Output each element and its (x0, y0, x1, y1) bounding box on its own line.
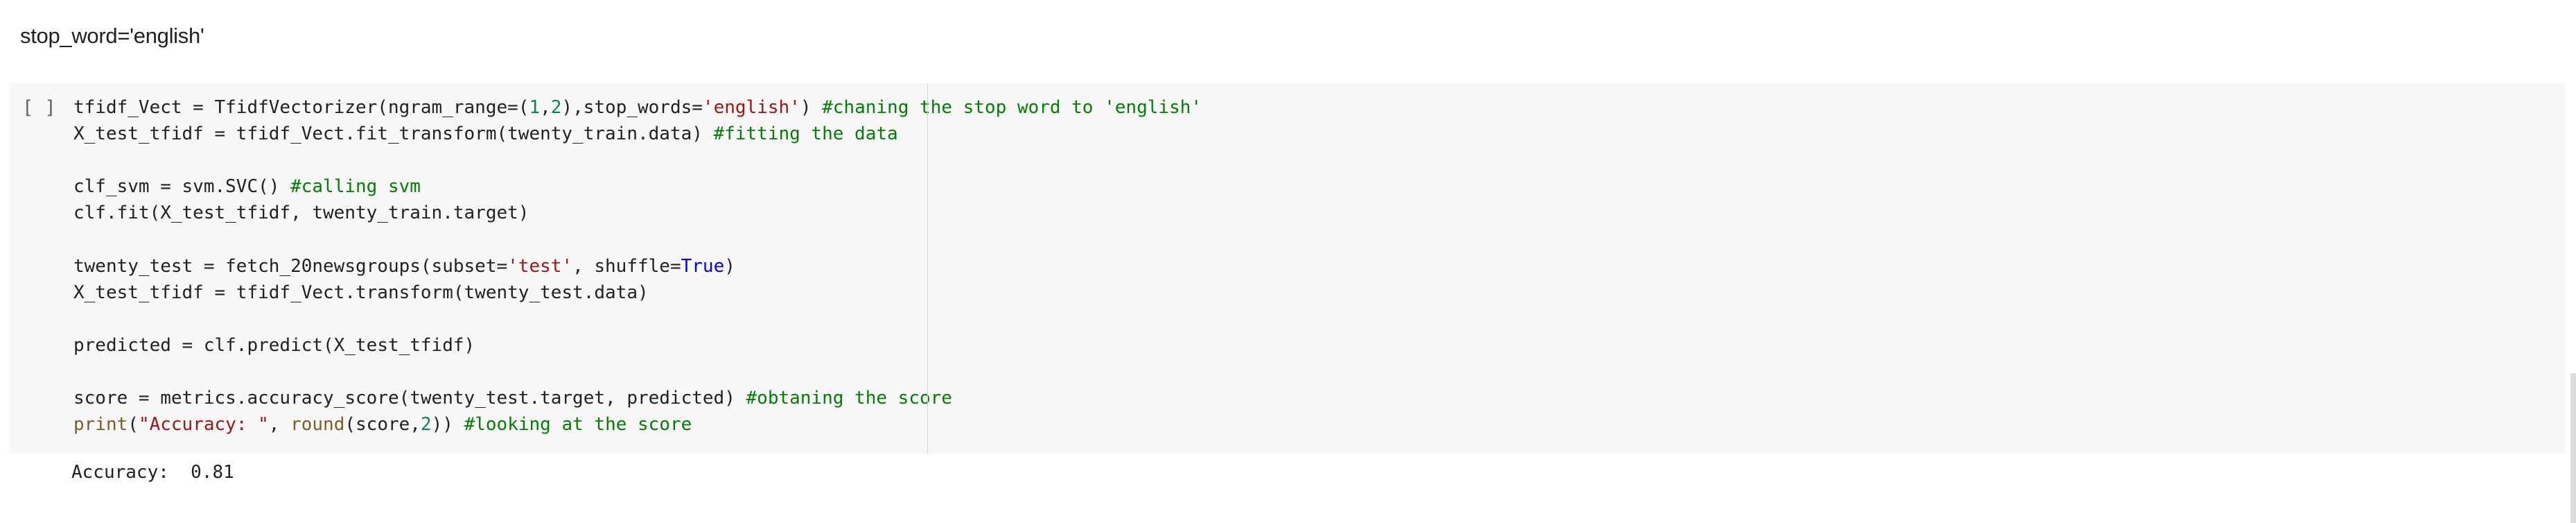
code-token: (score, (344, 414, 421, 436)
code-token: tfidf_Vect = TfidfVectorizer(ngram_range… (73, 97, 529, 118)
code-token: X_test_tfidf = tfidf_Vect.fit_transform(… (73, 123, 714, 145)
code-token: )) (431, 414, 464, 436)
code-token: #fitting the data (713, 123, 898, 145)
code-line: X_test_tfidf = tfidf_Vect.fit_transform(… (73, 121, 1202, 147)
code-token: print (73, 414, 128, 436)
code-token: 2 (420, 414, 432, 436)
code-token: ( (128, 414, 139, 436)
code-token: #chaning the stop word to 'english' (822, 97, 1202, 118)
code-line: predicted = clf.predict(X_test_tfidf) (73, 332, 1202, 359)
code-token: twenty_test = fetch_20newsgroups(subset= (73, 255, 508, 277)
code-token: round (290, 414, 345, 436)
run-cell-button[interactable]: [ ] (22, 97, 56, 119)
code-token: predicted = clf.predict(X_test_tfidf) (73, 334, 475, 356)
code-line: clf.fit(X_test_tfidf, twenty_train.targe… (73, 200, 1202, 226)
code-token: ) (724, 255, 735, 277)
code-token: clf_svm = svm.SVC() (73, 176, 291, 198)
code-token: 1 (529, 97, 541, 118)
code-token: 'test' (507, 255, 573, 277)
code-line: clf_svm = svm.SVC() #calling svm (73, 173, 1202, 200)
markdown-cell[interactable]: stop_word='english' (20, 15, 204, 57)
code-token: True (681, 255, 725, 277)
code-token: #looking at the score (464, 414, 692, 436)
markdown-text: stop_word='english' (20, 24, 204, 48)
code-token: #obtaning the score (746, 388, 952, 409)
code-line: tfidf_Vect = TfidfVectorizer(ngram_range… (73, 94, 1202, 121)
code-token: ),stop_words= (561, 97, 703, 118)
scrollbar-thumb[interactable] (2570, 373, 2576, 523)
code-line: score = metrics.accuracy_score(twenty_te… (73, 385, 1202, 411)
code-token: , (268, 414, 291, 436)
code-line: X_test_tfidf = tfidf_Vect.transform(twen… (73, 280, 1202, 306)
code-token: 2 (550, 97, 562, 118)
code-token: X_test_tfidf = tfidf_Vect.transform(twen… (73, 282, 649, 303)
code-line: print("Accuracy: ", round(score,2)) #loo… (73, 411, 1202, 438)
code-token: , (540, 97, 551, 118)
code-token: 'english' (702, 97, 800, 118)
code-token: ) (800, 97, 823, 118)
code-cell[interactable]: [ ] tfidf_Vect = TfidfVectorizer(ngram_r… (10, 83, 2566, 454)
code-token: , shuffle= (572, 255, 681, 277)
line-length-ruler (927, 83, 928, 454)
code-token: clf.fit(X_test_tfidf, twenty_train.targe… (73, 203, 529, 224)
code-line: twenty_test = fetch_20newsgroups(subset=… (73, 253, 1202, 280)
code-editor[interactable]: tfidf_Vect = TfidfVectorizer(ngram_range… (73, 94, 1202, 438)
code-token: #calling svm (290, 176, 421, 198)
code-token: "Accuracy: " (138, 414, 269, 436)
cell-output: Accuracy: 0.81 (71, 462, 234, 483)
code-token: score = metrics.accuracy_score(twenty_te… (73, 388, 746, 409)
